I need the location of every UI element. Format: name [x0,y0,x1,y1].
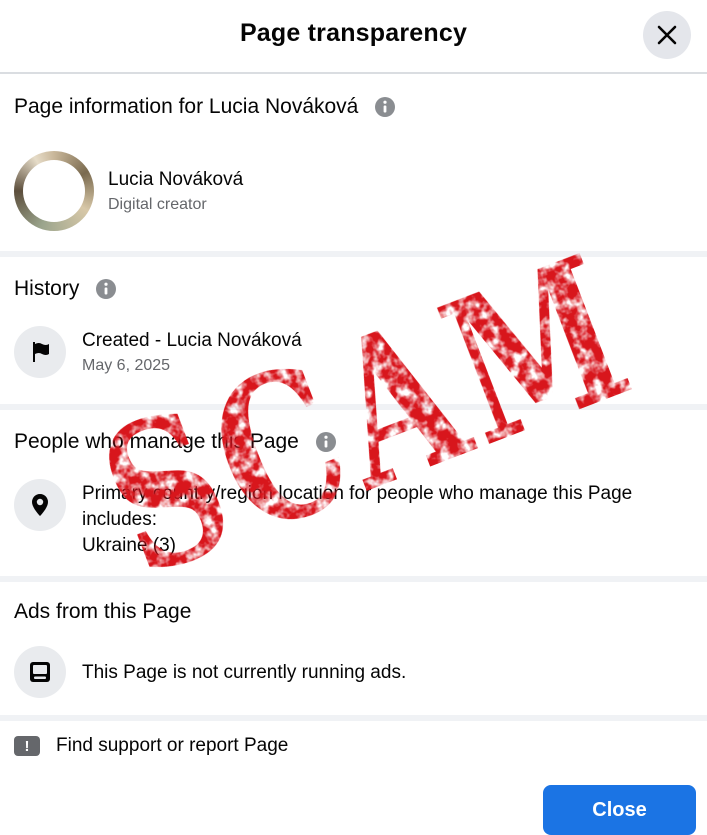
close-dialog-button[interactable] [643,11,691,59]
close-button[interactable]: Close [543,785,696,835]
page-category: Digital creator [108,196,207,213]
section-divider [0,404,707,410]
alert-icon: ! [14,736,40,756]
managers-location-line: Primary country/region location for peop… [82,483,633,504]
dialog-header: Page transparency [0,0,707,74]
info-icon[interactable] [315,431,337,453]
managers-country: Ukraine (3) [82,535,176,556]
section-divider [0,576,707,582]
section-divider [0,251,707,257]
ads-heading: Ads from this Page [14,600,192,623]
flag-icon [14,326,66,378]
info-icon[interactable] [95,278,117,300]
ads-icon [14,646,66,698]
history-date: May 6, 2025 [82,357,171,374]
dialog-title: Page transparency [239,19,468,47]
report-link[interactable]: Find support or report Page [56,735,288,757]
managers-heading: People who manage this Page [14,430,337,454]
info-icon[interactable] [374,96,396,118]
history-event: Created - Lucia Nováková [82,330,302,351]
avatar[interactable] [14,151,94,231]
close-icon [657,25,677,45]
page-info-heading: Page information for Lucia Nováková [14,95,396,119]
ads-status: This Page is not currently running ads. [82,662,407,683]
page-name[interactable]: Lucia Nováková [108,169,243,191]
managers-location-line: includes: [82,509,157,530]
location-pin-icon [14,479,66,531]
managers-location: Primary country/region location for peop… [82,481,692,559]
history-heading: History [14,277,117,301]
scam-stamp-text: SCAM [74,209,662,622]
section-divider [0,715,707,721]
scam-stamp-overlay: SCAM [74,209,662,622]
